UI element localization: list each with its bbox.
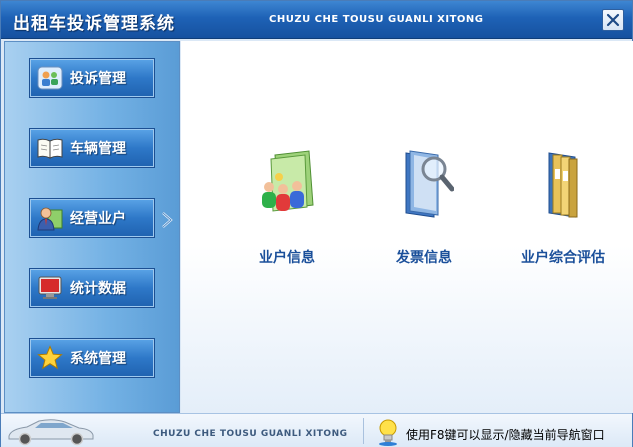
close-button[interactable]: [602, 9, 624, 31]
status-bar: CHUZU CHE TOUSU GUANLI XITONG 使用F8键可以显示/…: [1, 413, 632, 447]
tile-operator-info[interactable]: 业户信息: [227, 147, 347, 287]
operator-person-icon: [36, 204, 64, 232]
monitor-icon: [36, 274, 64, 302]
lightbulb-icon: [379, 419, 397, 446]
chevron-right-icon: [162, 212, 173, 228]
book-icon: [36, 134, 64, 162]
tile-invoice-info[interactable]: 发票信息: [364, 147, 484, 287]
nav-item-label: 统计数据: [70, 281, 126, 297]
status-divider: [363, 418, 364, 444]
magnifier-folder-icon: [405, 150, 454, 218]
app-window: 出租车投诉管理系统 CHUZU CHE TOUSU GUANLI XITONG …: [0, 0, 633, 447]
tile-operator-assessment[interactable]: 业户综合评估: [503, 147, 623, 287]
status-hint: 使用F8键可以显示/隐藏当前导航窗口: [406, 428, 605, 442]
close-icon: [606, 13, 620, 27]
tile-label: 业户综合评估: [521, 250, 605, 266]
nav-item-label: 经营业户: [70, 211, 126, 227]
nav-item-complaint-management[interactable]: 投诉管理: [29, 58, 155, 98]
tile-label: 发票信息: [396, 250, 452, 266]
nav-item-business-operators[interactable]: 经营业户: [29, 198, 155, 238]
binders-icon: [548, 152, 578, 218]
nav-sidebar: 投诉管理 车辆管理 经营业户 统计数据 系统管理: [4, 41, 180, 413]
app-subtitle: CHUZU CHE TOUSU GUANLI XITONG: [269, 14, 484, 25]
nav-item-label: 系统管理: [70, 351, 126, 367]
title-bar: 出租车投诉管理系统 CHUZU CHE TOUSU GUANLI XITONG: [1, 1, 632, 39]
star-icon: [36, 344, 64, 372]
complaint-users-icon: [36, 64, 64, 92]
people-folder-icon: [262, 150, 314, 212]
nav-item-statistics[interactable]: 统计数据: [29, 268, 155, 308]
nav-item-label: 车辆管理: [70, 141, 126, 157]
tile-label: 业户信息: [259, 250, 315, 266]
nav-item-vehicle-management[interactable]: 车辆管理: [29, 128, 155, 168]
status-brand: CHUZU CHE TOUSU GUANLI XITONG: [153, 429, 348, 439]
main-panel: 业户信息 发票信息 业户综合评估: [181, 41, 633, 413]
car-icon: [8, 419, 94, 446]
nav-item-system-management[interactable]: 系统管理: [29, 338, 155, 378]
nav-item-label: 投诉管理: [70, 71, 126, 87]
app-title: 出租车投诉管理系统: [13, 14, 175, 34]
